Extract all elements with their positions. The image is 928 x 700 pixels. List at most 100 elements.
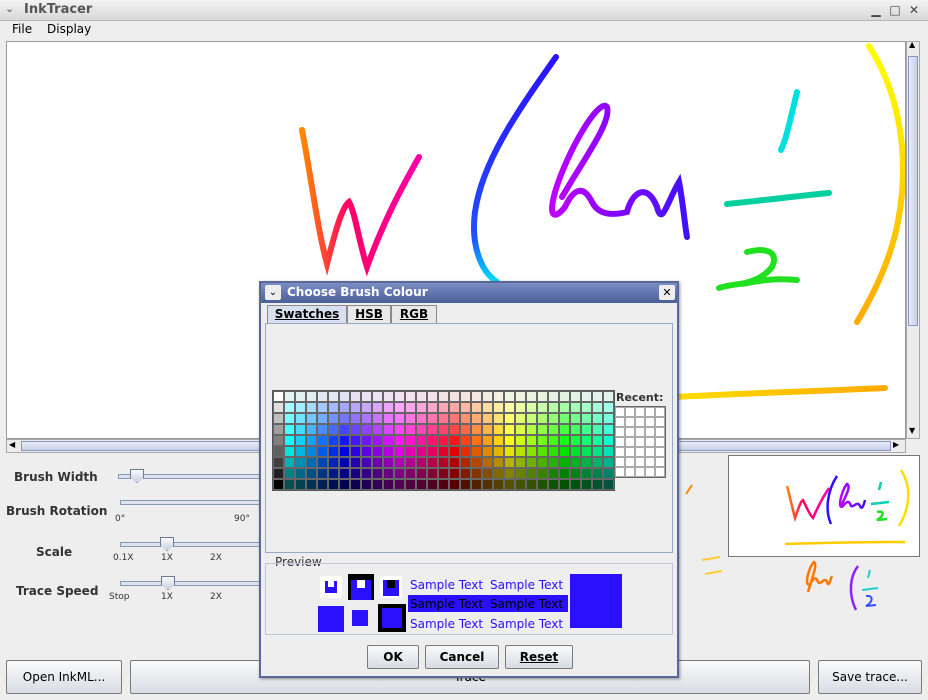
recent-swatch[interactable] <box>655 447 665 457</box>
colour-swatch[interactable] <box>438 391 449 402</box>
colour-swatch[interactable] <box>581 468 592 479</box>
colour-swatch[interactable] <box>493 457 504 468</box>
colour-swatch[interactable] <box>581 413 592 424</box>
colour-swatch[interactable] <box>438 435 449 446</box>
colour-swatch[interactable] <box>482 402 493 413</box>
colour-swatch[interactable] <box>548 402 559 413</box>
colour-swatch[interactable] <box>394 435 405 446</box>
colour-swatch[interactable] <box>273 424 284 435</box>
colour-swatch[interactable] <box>460 413 471 424</box>
colour-swatch[interactable] <box>339 391 350 402</box>
colour-swatch[interactable] <box>504 457 515 468</box>
colour-swatch[interactable] <box>592 446 603 457</box>
colour-swatch[interactable] <box>317 457 328 468</box>
colour-swatch[interactable] <box>416 391 427 402</box>
colour-swatch[interactable] <box>317 446 328 457</box>
colour-swatch[interactable] <box>427 402 438 413</box>
colour-swatch[interactable] <box>482 479 493 490</box>
colour-swatch[interactable] <box>548 413 559 424</box>
recent-swatch[interactable] <box>625 427 635 437</box>
colour-swatch[interactable] <box>493 435 504 446</box>
colour-swatch[interactable] <box>515 479 526 490</box>
recent-swatch[interactable] <box>625 457 635 467</box>
colour-swatch[interactable] <box>405 391 416 402</box>
colour-swatch[interactable] <box>394 446 405 457</box>
colour-swatch[interactable] <box>328 457 339 468</box>
recent-swatch[interactable] <box>615 457 625 467</box>
colour-swatch[interactable] <box>361 413 372 424</box>
colour-swatch[interactable] <box>504 468 515 479</box>
colour-swatch[interactable] <box>438 413 449 424</box>
colour-swatch[interactable] <box>515 391 526 402</box>
colour-swatch[interactable] <box>438 424 449 435</box>
colour-swatch[interactable] <box>592 413 603 424</box>
menu-display[interactable]: Display <box>47 22 91 36</box>
colour-swatch[interactable] <box>350 479 361 490</box>
colour-swatch[interactable] <box>537 424 548 435</box>
colour-swatch[interactable] <box>493 391 504 402</box>
colour-swatch[interactable] <box>339 446 350 457</box>
colour-swatch[interactable] <box>383 446 394 457</box>
colour-swatch[interactable] <box>361 435 372 446</box>
colour-swatch[interactable] <box>273 468 284 479</box>
colour-swatch[interactable] <box>295 446 306 457</box>
recent-swatch[interactable] <box>645 467 655 477</box>
colour-swatch[interactable] <box>548 424 559 435</box>
recent-swatch[interactable] <box>625 417 635 427</box>
recent-swatch[interactable] <box>615 427 625 437</box>
colour-swatch[interactable] <box>306 402 317 413</box>
colour-swatch[interactable] <box>416 435 427 446</box>
colour-swatch[interactable] <box>570 402 581 413</box>
colour-swatch[interactable] <box>295 413 306 424</box>
colour-swatch[interactable] <box>581 435 592 446</box>
tab-rgb[interactable]: RGB <box>391 305 437 323</box>
colour-swatch[interactable] <box>603 424 614 435</box>
colour-swatch[interactable] <box>438 468 449 479</box>
scale-slider-track[interactable] <box>120 542 260 547</box>
colour-swatch[interactable] <box>339 468 350 479</box>
colour-swatch[interactable] <box>471 391 482 402</box>
colour-swatch[interactable] <box>306 424 317 435</box>
colour-swatch[interactable] <box>273 391 284 402</box>
tab-hsb[interactable]: HSB <box>347 305 391 323</box>
colour-swatch[interactable] <box>394 402 405 413</box>
colour-swatch[interactable] <box>592 391 603 402</box>
colour-swatch[interactable] <box>460 468 471 479</box>
colour-swatch[interactable] <box>471 446 482 457</box>
colour-swatch[interactable] <box>361 479 372 490</box>
colour-swatch[interactable] <box>449 391 460 402</box>
recent-swatch[interactable] <box>655 437 665 447</box>
canvas-vertical-scrollbar[interactable]: ▲ ▼ <box>906 40 920 439</box>
colour-swatch[interactable] <box>273 402 284 413</box>
recent-swatch[interactable] <box>625 437 635 447</box>
window-menu-chevron-icon[interactable]: ⌄ <box>5 2 14 15</box>
colour-swatch[interactable] <box>493 468 504 479</box>
colour-swatch[interactable] <box>515 402 526 413</box>
colour-swatch[interactable] <box>295 391 306 402</box>
colour-swatch[interactable] <box>526 435 537 446</box>
colour-swatch[interactable] <box>295 424 306 435</box>
colour-swatch[interactable] <box>471 457 482 468</box>
recent-swatch[interactable] <box>635 417 645 427</box>
colour-swatch[interactable] <box>372 435 383 446</box>
scale-slider-thumb[interactable] <box>160 537 174 551</box>
trace-speed-slider-thumb[interactable] <box>161 576 175 590</box>
colour-swatch[interactable] <box>570 391 581 402</box>
colour-swatch[interactable] <box>405 457 416 468</box>
dialog-menu-chevron-icon[interactable]: ⌄ <box>265 285 281 300</box>
colour-swatch[interactable] <box>471 435 482 446</box>
colour-swatch[interactable] <box>372 468 383 479</box>
colour-swatch[interactable] <box>515 446 526 457</box>
recent-swatch[interactable] <box>625 467 635 477</box>
colour-swatch[interactable] <box>471 424 482 435</box>
colour-swatch[interactable] <box>504 424 515 435</box>
colour-swatch[interactable] <box>482 435 493 446</box>
recent-swatch[interactable] <box>635 447 645 457</box>
recent-swatch[interactable] <box>635 427 645 437</box>
recent-swatch[interactable] <box>655 457 665 467</box>
recent-swatch[interactable] <box>645 427 655 437</box>
colour-swatch[interactable] <box>306 468 317 479</box>
colour-swatch[interactable] <box>350 402 361 413</box>
colour-swatch[interactable] <box>526 424 537 435</box>
colour-swatch[interactable] <box>592 402 603 413</box>
